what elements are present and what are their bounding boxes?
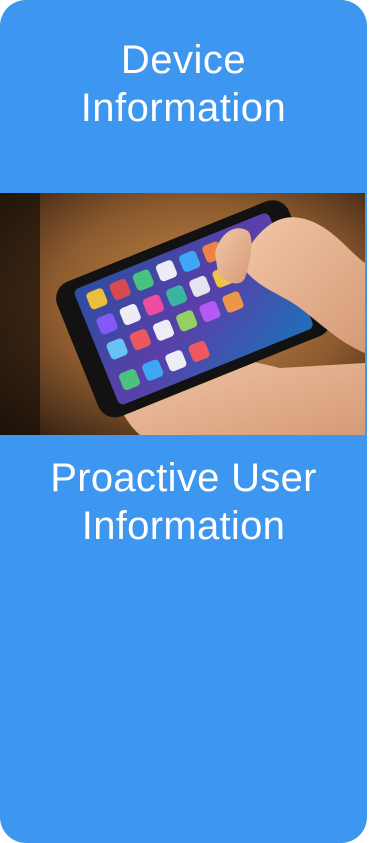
proactive-user-information-title: Proactive User Information bbox=[50, 456, 317, 548]
device-information-title: Device Information bbox=[80, 38, 287, 130]
smartphone-photo bbox=[0, 193, 365, 435]
info-card[interactable]: Device Information Proactive User Inform… bbox=[0, 0, 367, 843]
